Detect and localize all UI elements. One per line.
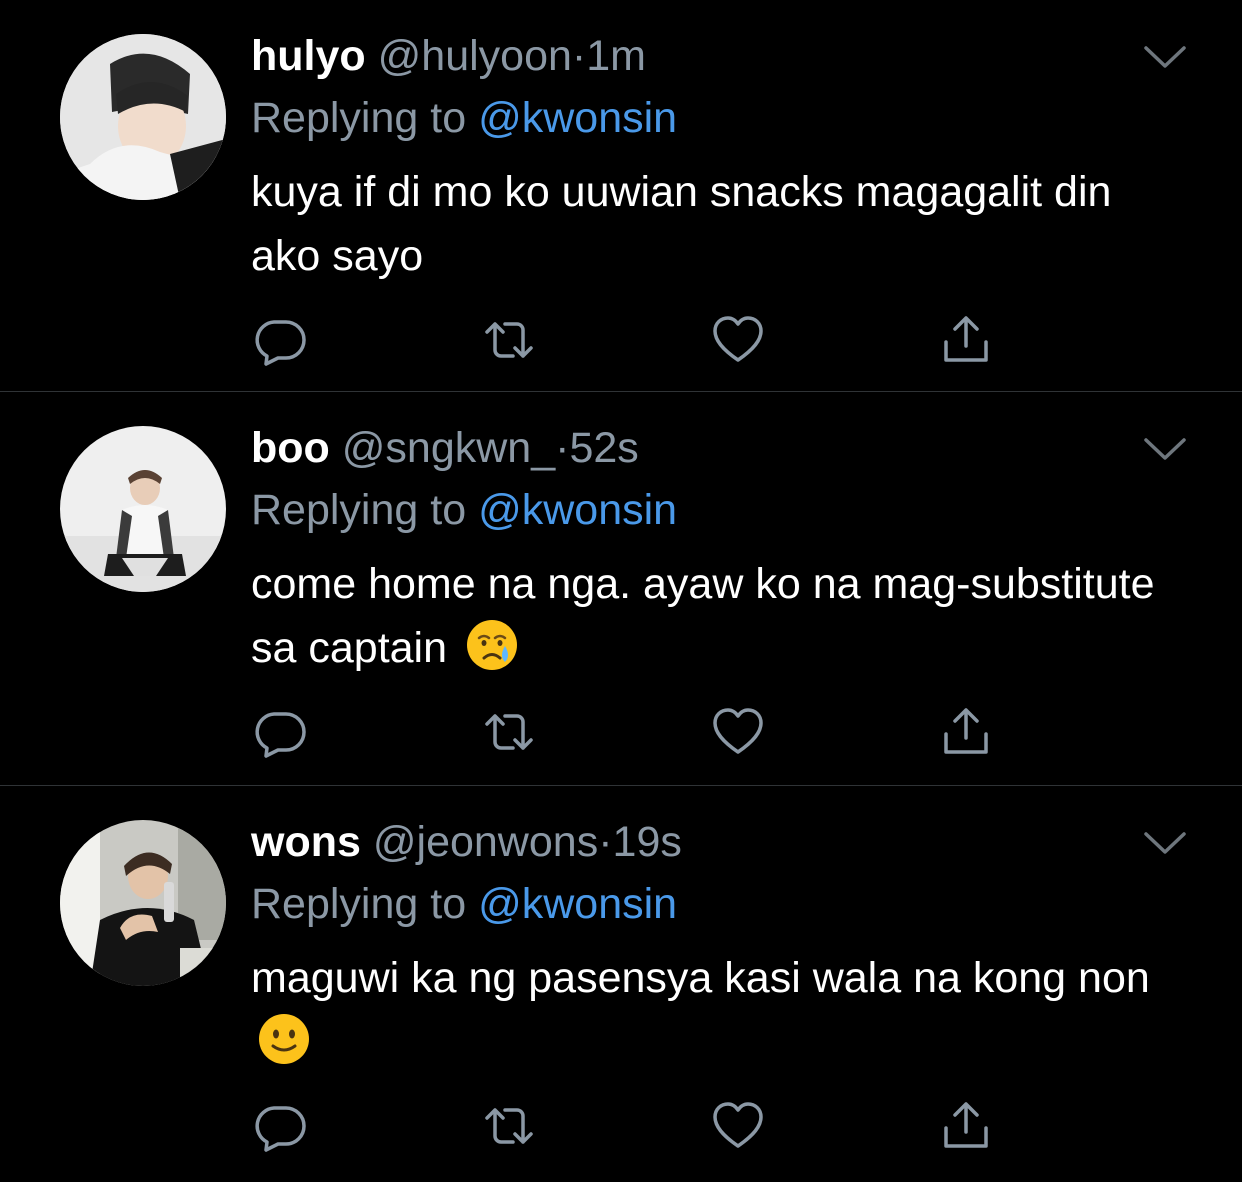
user-handle[interactable]: @jeonwons xyxy=(373,818,598,866)
reply-button[interactable] xyxy=(252,312,308,368)
mention-link[interactable]: @kwonsin xyxy=(478,880,677,928)
reply-button[interactable] xyxy=(252,1098,308,1154)
retweet-button[interactable] xyxy=(481,312,537,368)
retweet-button[interactable] xyxy=(481,1098,537,1154)
crying-face-icon xyxy=(466,620,517,670)
tweet-text: come home na nga. ayaw ko na mag-substit… xyxy=(251,560,1155,672)
mention-link[interactable]: @kwonsin xyxy=(478,486,677,534)
tweet[interactable]: boo @sngkwn_·52s Replying to @kwonsin co… xyxy=(0,392,1242,786)
tweet[interactable]: wons @jeonwons·19s Replying to @kwonsin … xyxy=(0,786,1242,1182)
retweet-button[interactable] xyxy=(481,704,537,760)
heart-icon xyxy=(713,1102,763,1148)
like-button[interactable] xyxy=(710,312,766,368)
reply-button[interactable] xyxy=(252,704,308,760)
share-button[interactable] xyxy=(938,704,994,760)
tweet-text: maguwi ka ng pasensya kasi wala na kong … xyxy=(251,954,1150,1002)
tweet-actions xyxy=(0,1098,1242,1154)
display-name[interactable]: hulyo xyxy=(251,32,366,80)
heart-icon xyxy=(713,316,763,362)
avatar[interactable] xyxy=(60,34,226,200)
replying-to-line: Replying to @kwonsin xyxy=(251,878,677,930)
retweet-icon xyxy=(485,322,533,358)
separator-dot: · xyxy=(598,818,613,866)
like-button[interactable] xyxy=(710,704,766,760)
tweet-text-container: maguwi ka ng pasensya kasi wala na kong … xyxy=(251,946,1191,1074)
tweet-actions xyxy=(0,312,1242,368)
like-button[interactable] xyxy=(710,1098,766,1154)
user-handle[interactable]: @sngkwn_ xyxy=(342,424,555,472)
tweet-header: hulyo @hulyoon·1m xyxy=(251,30,646,82)
chevron-down-icon[interactable] xyxy=(1140,40,1190,74)
display-name[interactable]: boo xyxy=(251,424,330,472)
share-button[interactable] xyxy=(938,1098,994,1154)
tweet-header: wons @jeonwons·19s xyxy=(251,816,682,868)
retweet-icon xyxy=(485,714,533,750)
slightly-smiling-face-icon xyxy=(259,1014,309,1064)
share-icon xyxy=(944,708,988,754)
reply-bubble-icon xyxy=(255,1106,306,1152)
separator-dot: · xyxy=(555,424,570,472)
reply-bubble-icon xyxy=(255,712,306,758)
tweet-text-container: come home na nga. ayaw ko na mag-substit… xyxy=(251,552,1191,680)
replying-to-line: Replying to @kwonsin xyxy=(251,92,677,144)
replying-to-label: Replying to xyxy=(251,94,467,142)
replying-to-label: Replying to xyxy=(251,486,467,534)
chevron-down-icon[interactable] xyxy=(1140,432,1190,466)
chevron-down-icon[interactable] xyxy=(1140,826,1190,860)
reply-bubble-icon xyxy=(255,320,306,366)
mention-link[interactable]: @kwonsin xyxy=(478,94,677,142)
user-handle[interactable]: @hulyoon xyxy=(378,32,572,80)
timestamp[interactable]: 52s xyxy=(569,424,638,472)
tweet-header: boo @sngkwn_·52s xyxy=(251,422,639,474)
tweet-actions xyxy=(0,704,1242,760)
display-name[interactable]: wons xyxy=(251,818,361,866)
retweet-icon xyxy=(485,1108,533,1144)
share-icon xyxy=(944,1102,988,1148)
timestamp[interactable]: 1m xyxy=(586,32,646,80)
replying-to-line: Replying to @kwonsin xyxy=(251,484,677,536)
tweet-text: kuya if di mo ko uuwian snacks magagalit… xyxy=(251,168,1112,280)
timestamp[interactable]: 19s xyxy=(613,818,682,866)
separator-dot: · xyxy=(571,32,587,80)
tweet[interactable]: hulyo @hulyoon·1m Replying to @kwonsin k… xyxy=(0,0,1242,392)
avatar[interactable] xyxy=(60,426,226,592)
share-button[interactable] xyxy=(938,312,994,368)
avatar[interactable] xyxy=(60,820,226,986)
replying-to-label: Replying to xyxy=(251,880,467,928)
heart-icon xyxy=(713,708,763,754)
share-icon xyxy=(944,316,988,362)
